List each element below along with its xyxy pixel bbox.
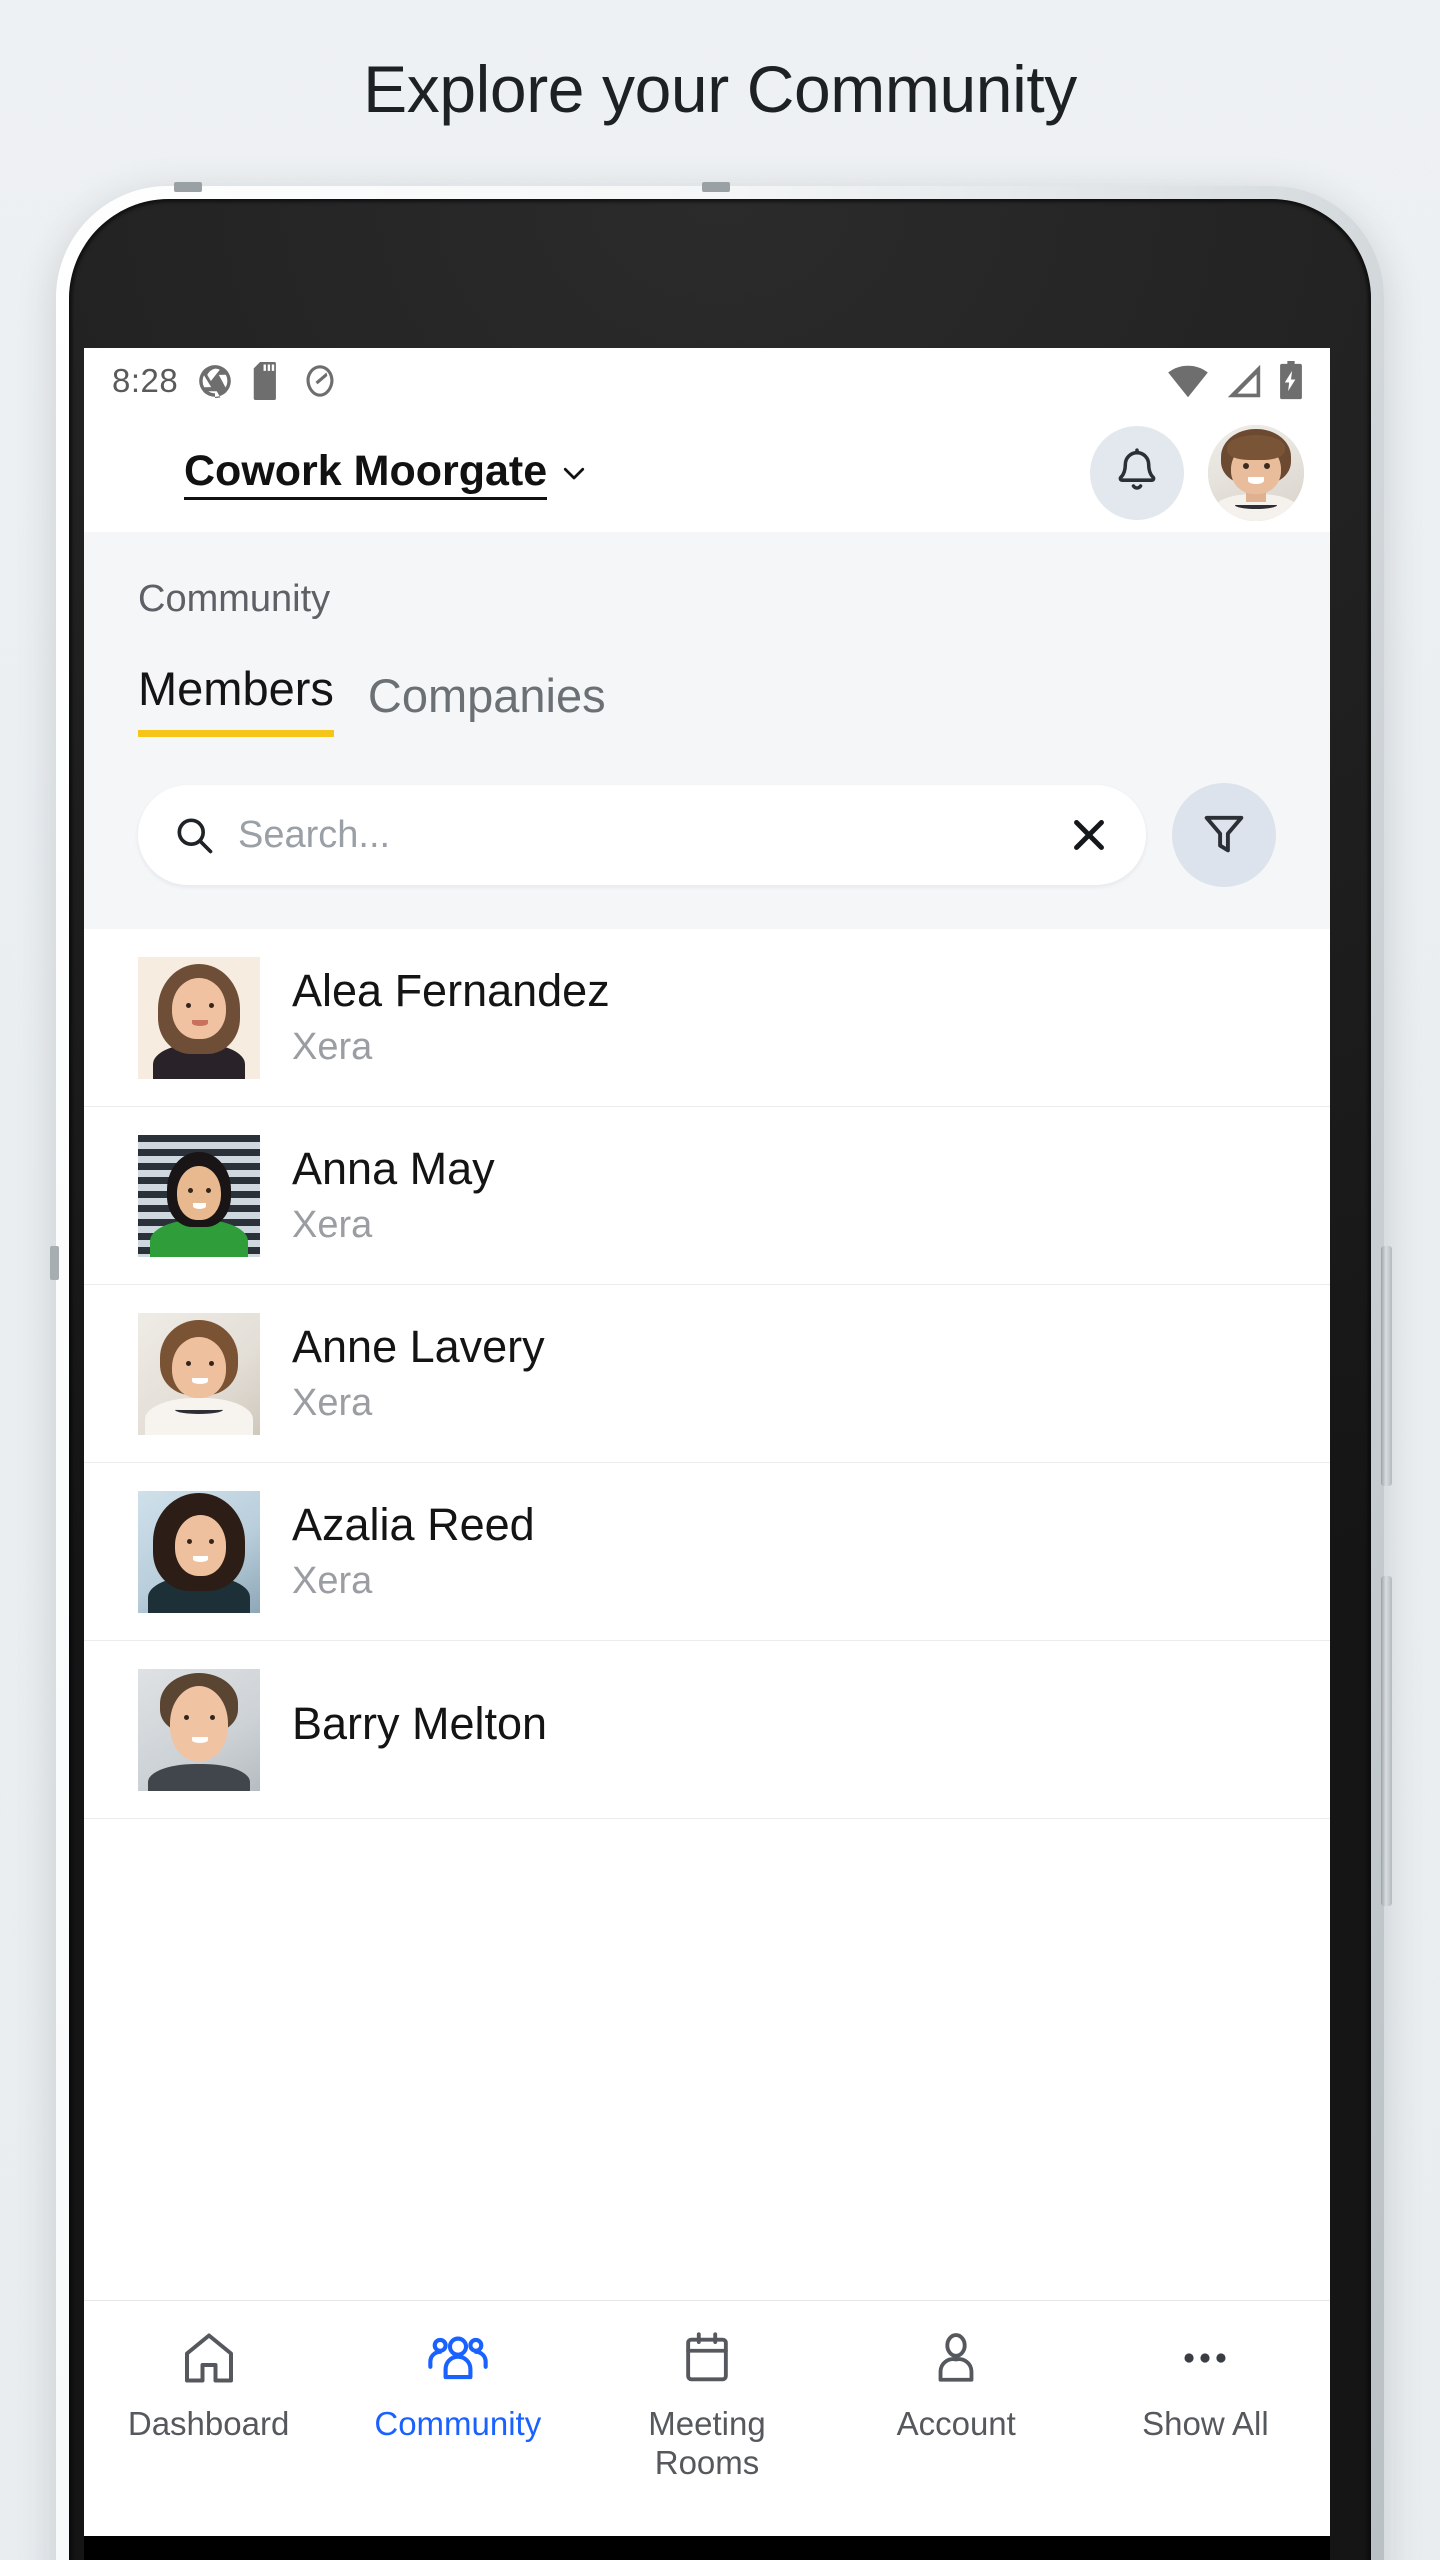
app-header: Cowork Moorgate xyxy=(84,414,1330,532)
home-icon xyxy=(179,2327,239,2389)
list-item[interactable]: Alea Fernandez Xera xyxy=(84,929,1330,1107)
close-icon[interactable] xyxy=(1066,812,1112,858)
member-meta: Anna May Xera xyxy=(292,1144,495,1247)
nav-item-community[interactable]: Community xyxy=(333,2327,582,2444)
phone-top-nub-right xyxy=(702,182,730,192)
member-name: Azalia Reed xyxy=(292,1498,535,1550)
tab-members[interactable]: Members xyxy=(138,665,334,737)
avatar[interactable] xyxy=(1208,425,1304,521)
venue-name: Cowork Moorgate xyxy=(184,446,548,500)
filter-funnel-icon xyxy=(1198,807,1250,864)
chevron-down-icon xyxy=(559,458,589,488)
phone-chin xyxy=(84,2536,1330,2560)
nav-item-dashboard[interactable]: Dashboard xyxy=(84,2327,333,2444)
member-name: Anne Lavery xyxy=(292,1320,545,1372)
member-name: Anna May xyxy=(292,1142,495,1194)
phone-left-nub xyxy=(50,1246,59,1280)
person-icon xyxy=(927,2327,985,2389)
location-off-icon xyxy=(302,362,338,400)
volume-button[interactable] xyxy=(1381,1246,1392,1486)
tab-companies[interactable]: Companies xyxy=(368,672,606,737)
header-actions xyxy=(1090,425,1304,521)
list-item[interactable]: Azalia Reed Xera xyxy=(84,1463,1330,1641)
status-right xyxy=(1166,361,1304,401)
member-photo xyxy=(138,956,260,1079)
tab-bar: Members Companies xyxy=(84,621,1330,737)
phone-mockup: 8:28 Cowork Moorgate Community Members C… xyxy=(50,182,1392,2560)
member-company: Xera xyxy=(292,1560,373,1603)
nav-label: Community xyxy=(374,2405,542,2442)
member-company: Xera xyxy=(292,1382,373,1425)
search-icon xyxy=(172,813,216,857)
member-name: Barry Melton xyxy=(292,1697,548,1749)
status-time: 8:28 xyxy=(112,362,179,399)
list-item[interactable]: Anne Lavery Xera xyxy=(84,1285,1330,1463)
power-button[interactable] xyxy=(1381,1576,1392,1906)
sd-card-icon xyxy=(252,362,284,400)
member-company: Xera xyxy=(292,1204,373,1247)
nav-item-account[interactable]: Account xyxy=(832,2327,1081,2444)
member-meta: Alea Fernandez Xera xyxy=(292,966,610,1069)
notifications-button[interactable] xyxy=(1090,426,1184,520)
filter-button[interactable] xyxy=(1172,783,1276,887)
phone-screen: 8:28 Cowork Moorgate Community Members C… xyxy=(84,348,1330,2536)
member-meta: Barry Melton xyxy=(292,1699,547,1761)
nav-label: Show All xyxy=(1142,2405,1269,2442)
list-item[interactable]: Anna May Xera xyxy=(84,1107,1330,1285)
member-photo xyxy=(138,1312,260,1435)
section-label: Community xyxy=(138,578,331,620)
member-photo xyxy=(138,1668,260,1791)
people-icon xyxy=(427,2327,489,2389)
nav-item-show-all[interactable]: Show All xyxy=(1081,2327,1330,2444)
member-company: Xera xyxy=(292,1026,373,1069)
member-photo xyxy=(138,1134,260,1257)
member-name: Alea Fernandez xyxy=(292,964,610,1016)
nav-label: Dashboard xyxy=(127,2405,290,2442)
venue-selector[interactable]: Cowork Moorgate xyxy=(184,446,589,500)
cellular-signal-icon xyxy=(1224,363,1264,399)
nav-item-meeting-rooms[interactable]: Meeting Rooms xyxy=(582,2327,831,2483)
nav-label: Account xyxy=(896,2405,1016,2442)
calendar-icon xyxy=(678,2327,736,2389)
search-row: Search... xyxy=(84,737,1330,929)
member-meta: Anne Lavery Xera xyxy=(292,1322,545,1425)
battery-charging-icon xyxy=(1278,361,1304,401)
search-box[interactable]: Search... xyxy=(138,785,1146,885)
search-input[interactable]: Search... xyxy=(238,814,1066,857)
member-photo xyxy=(138,1490,260,1613)
list-item[interactable]: Barry Melton xyxy=(84,1641,1330,1819)
status-left: 8:28 xyxy=(112,362,338,400)
more-dots-icon xyxy=(1176,2327,1234,2389)
member-list: Alea Fernandez Xera Anna May Xera Anne L… xyxy=(84,929,1330,1819)
bottom-navigation: Dashboard Community Meeting Rooms Accoun… xyxy=(84,2300,1330,2536)
phone-top-nub-left xyxy=(174,182,202,192)
notification-bell-icon xyxy=(1112,446,1162,501)
member-meta: Azalia Reed Xera xyxy=(292,1500,535,1603)
nav-label: Meeting Rooms xyxy=(648,2405,766,2481)
page-title: Explore your Community xyxy=(363,52,1077,126)
wifi-icon xyxy=(1166,363,1210,399)
status-bar: 8:28 xyxy=(84,348,1330,414)
camera-aperture-icon xyxy=(196,362,234,400)
community-section-header: Community Members Companies Search... xyxy=(84,532,1330,929)
